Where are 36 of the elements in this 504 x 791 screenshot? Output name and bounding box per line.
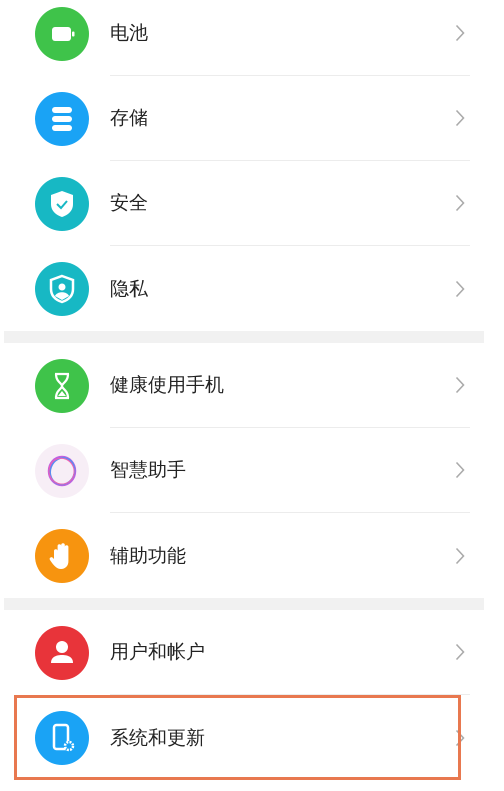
chevron-icon xyxy=(455,280,465,298)
settings-item[interactable]: 存储 xyxy=(0,76,504,161)
phone-gear-icon xyxy=(35,710,89,764)
chevron-icon xyxy=(455,24,465,42)
item-label: 系统和更新 xyxy=(110,726,206,750)
storage-icon xyxy=(35,92,89,146)
item-label: 存储 xyxy=(110,106,149,131)
item-label: 智慧助手 xyxy=(110,458,187,483)
hourglass-icon xyxy=(35,358,89,412)
settings-item[interactable]: 智慧助手 xyxy=(0,428,504,513)
settings-item[interactable]: 辅助功能 xyxy=(0,513,504,598)
settings-item[interactable]: 健康使用手机 xyxy=(0,343,504,428)
battery-icon xyxy=(35,6,89,60)
item-label: 隐私 xyxy=(110,276,149,302)
item-label: 健康使用手机 xyxy=(110,373,225,398)
item-label: 安全 xyxy=(110,191,149,216)
settings-item[interactable]: 电池 xyxy=(0,0,504,76)
chevron-icon xyxy=(455,461,465,479)
item-label: 辅助功能 xyxy=(110,544,187,568)
chevron-icon xyxy=(455,643,465,661)
settings-item[interactable]: 隐私 xyxy=(0,246,504,331)
hand-icon xyxy=(35,528,89,582)
chevron-icon xyxy=(455,194,465,212)
chevron-icon xyxy=(455,376,465,394)
settings-item[interactable]: 系统和更新 xyxy=(0,695,504,780)
chevron-icon xyxy=(455,546,465,564)
item-label: 用户和帐户 xyxy=(110,640,206,665)
chevron-icon xyxy=(455,728,465,746)
shield-person-icon xyxy=(35,262,89,316)
settings-item[interactable]: 用户和帐户 xyxy=(0,610,504,695)
user-icon xyxy=(35,626,89,680)
shield-check-icon xyxy=(35,176,89,230)
item-label: 电池 xyxy=(110,21,149,46)
chevron-icon xyxy=(455,109,465,127)
settings-item[interactable]: 安全 xyxy=(0,161,504,246)
ring-icon xyxy=(35,444,89,498)
